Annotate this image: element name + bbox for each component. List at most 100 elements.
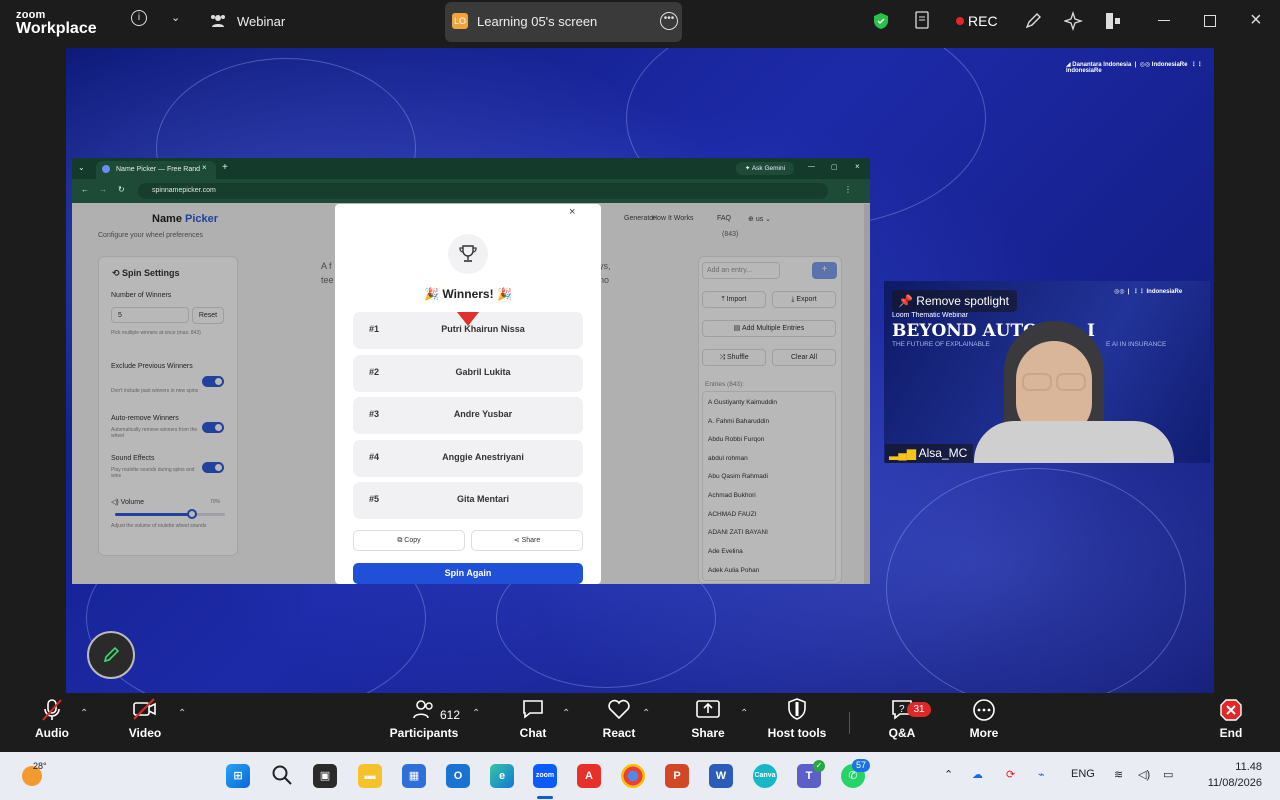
annotation-button[interactable] (87, 631, 135, 679)
browser-tab[interactable]: Name Picker — Free Rand (96, 161, 216, 179)
zoom-taskbar-icon[interactable]: zoom (533, 764, 557, 788)
chat-caret-icon[interactable]: ⌃ (562, 708, 570, 719)
spotlight-video-tile[interactable]: ◎◎ | ⋮⋮ IndonesiaRe Loom Thematic Webina… (884, 281, 1210, 463)
video-button[interactable]: Video (125, 698, 165, 740)
zoom-top-bar: zoom Workplace i ⌄ Webinar LO Learning 0… (0, 0, 1280, 44)
shared-browser-window: ⌄ Name Picker — Free Rand × + ✦ Ask Gemi… (72, 158, 870, 584)
tray-app-icon[interactable]: ⟳ (1006, 768, 1015, 781)
chrome-icon[interactable] (621, 764, 645, 788)
winners-heading: 🎉 Winners! 🎉 (424, 287, 512, 301)
banner-subtitle-end: E AI IN INSURANCE (1106, 341, 1167, 348)
annotate-icon[interactable] (1024, 12, 1042, 35)
ai-companion-icon[interactable] (1062, 10, 1084, 36)
url-text: spinnamepicker.com (152, 187, 216, 194)
browser-menu-icon[interactable]: ⋮ (844, 185, 852, 194)
captions-icon[interactable] (914, 11, 932, 36)
canva-icon[interactable]: Canva (753, 764, 777, 788)
active-app-indicator (537, 796, 553, 799)
rec-dot-icon (956, 17, 964, 25)
acrobat-icon[interactable]: A (577, 764, 601, 788)
audio-button[interactable]: Audio (32, 698, 72, 740)
reload-icon[interactable]: ↻ (118, 185, 125, 194)
minimize-icon[interactable] (1158, 20, 1170, 21)
restore-icon[interactable] (1204, 15, 1216, 27)
ask-gemini-button[interactable]: ✦ Ask Gemini (736, 162, 794, 175)
forward-icon[interactable]: → (99, 185, 107, 194)
glasses-right (1056, 373, 1086, 391)
winner-name: Andre Yusbar (453, 409, 513, 419)
modal-close-icon[interactable]: × (569, 206, 575, 218)
browser-maximize-icon[interactable]: ▢ (831, 163, 838, 171)
video-sponsor-logos: ◎◎ | ⋮⋮ IndonesiaRe (1114, 289, 1183, 295)
qa-badge: 31 (907, 702, 931, 717)
react-caret-icon[interactable]: ⌃ (642, 708, 650, 719)
trophy-icon (459, 245, 477, 262)
camera-off-icon (125, 698, 165, 726)
ask-gemini-label: Ask Gemini (751, 165, 786, 172)
wifi-icon[interactable]: ≋ (1114, 768, 1123, 781)
winner-name: Gabril Lukita (455, 367, 511, 377)
tab-search-icon[interactable]: ⌄ (78, 163, 85, 172)
url-field[interactable]: spinnamepicker.com (138, 183, 828, 199)
back-icon[interactable]: ← (81, 185, 89, 194)
copy-button[interactable]: ⧉ Copy (353, 530, 465, 551)
clock-time[interactable]: 11.48 (1200, 761, 1262, 773)
tab-close-icon[interactable]: × (202, 163, 207, 172)
banner-small-text: Loom Thematic Webinar (892, 312, 968, 319)
shared-screen-label: Learning 05's screen (477, 14, 598, 29)
browser-close-icon[interactable]: × (855, 162, 860, 171)
winner-rank: #1 (369, 324, 380, 334)
search-icon[interactable] (271, 764, 293, 791)
word-icon[interactable]: W (709, 764, 733, 788)
more-options-icon[interactable]: ••• (660, 12, 678, 30)
rec-label[interactable]: REC (968, 13, 998, 29)
participants-caret-icon[interactable]: ⌃ (472, 708, 480, 719)
share-button[interactable]: ⋖ Share (471, 530, 583, 551)
clock-date[interactable]: 11/08/2026 (1190, 777, 1262, 789)
pin-icon: 📌 (898, 294, 917, 308)
webinar-icon (210, 12, 226, 28)
task-view-icon[interactable]: ▣ (313, 764, 337, 788)
participant-name: Alsa_MC (918, 446, 968, 460)
video-options-caret-icon[interactable]: ⌃ (178, 708, 186, 719)
store-icon[interactable]: ▦ (402, 764, 426, 788)
file-explorer-icon[interactable]: ▬ (358, 764, 382, 788)
shield-icon[interactable] (873, 12, 889, 35)
new-tab-icon[interactable]: + (222, 162, 228, 173)
battery-icon[interactable]: ▭ (1163, 768, 1173, 781)
zoom-logo-bottom: Workplace (16, 20, 97, 37)
close-window-icon[interactable]: × (1250, 9, 1262, 32)
input-language[interactable]: ENG (1071, 768, 1095, 780)
powerpoint-icon[interactable]: P (665, 764, 689, 788)
more-button[interactable]: More (966, 698, 1002, 740)
audio-options-caret-icon[interactable]: ⌃ (80, 708, 88, 719)
remove-spotlight-button[interactable]: 📌 Remove spotlight (892, 290, 1017, 312)
tray-network-app-icon[interactable]: ⌁ (1038, 768, 1045, 781)
host-tools-button[interactable]: Host tools (766, 698, 828, 740)
info-icon[interactable]: i (131, 10, 147, 26)
browser-minimize-icon[interactable]: — (808, 163, 815, 170)
chat-button[interactable]: Chat (515, 698, 551, 740)
share-caret-icon[interactable]: ⌃ (740, 708, 748, 719)
winner-row: #5 Gita Mentari (353, 482, 583, 519)
side-panel-icon[interactable] (1105, 12, 1121, 30)
controls-divider (849, 712, 850, 734)
end-button[interactable]: End (1214, 698, 1248, 740)
chevron-down-icon[interactable]: ⌄ (171, 11, 180, 24)
winner-name: Gita Mentari (456, 494, 509, 504)
share-screen-icon (688, 698, 728, 726)
start-icon[interactable]: ⊞ (226, 764, 250, 788)
winner-row: #3 Andre Yusbar (353, 397, 583, 434)
tray-expand-icon[interactable]: ⌃ (944, 768, 953, 781)
share-screen-button[interactable]: Share (688, 698, 728, 740)
end-icon (1214, 698, 1248, 726)
react-button[interactable]: React (599, 698, 639, 740)
pencil-icon (103, 646, 120, 663)
volume-tray-icon[interactable]: ◁) (1138, 768, 1150, 781)
spin-again-button[interactable]: Spin Again (353, 563, 583, 584)
participants-count: 612 (440, 708, 461, 722)
winner-name: Putri Khairun Nissa (441, 324, 525, 334)
outlook-icon[interactable]: O (446, 764, 470, 788)
onedrive-icon[interactable]: ☁ (972, 768, 983, 781)
edge-icon[interactable]: e (490, 764, 514, 788)
